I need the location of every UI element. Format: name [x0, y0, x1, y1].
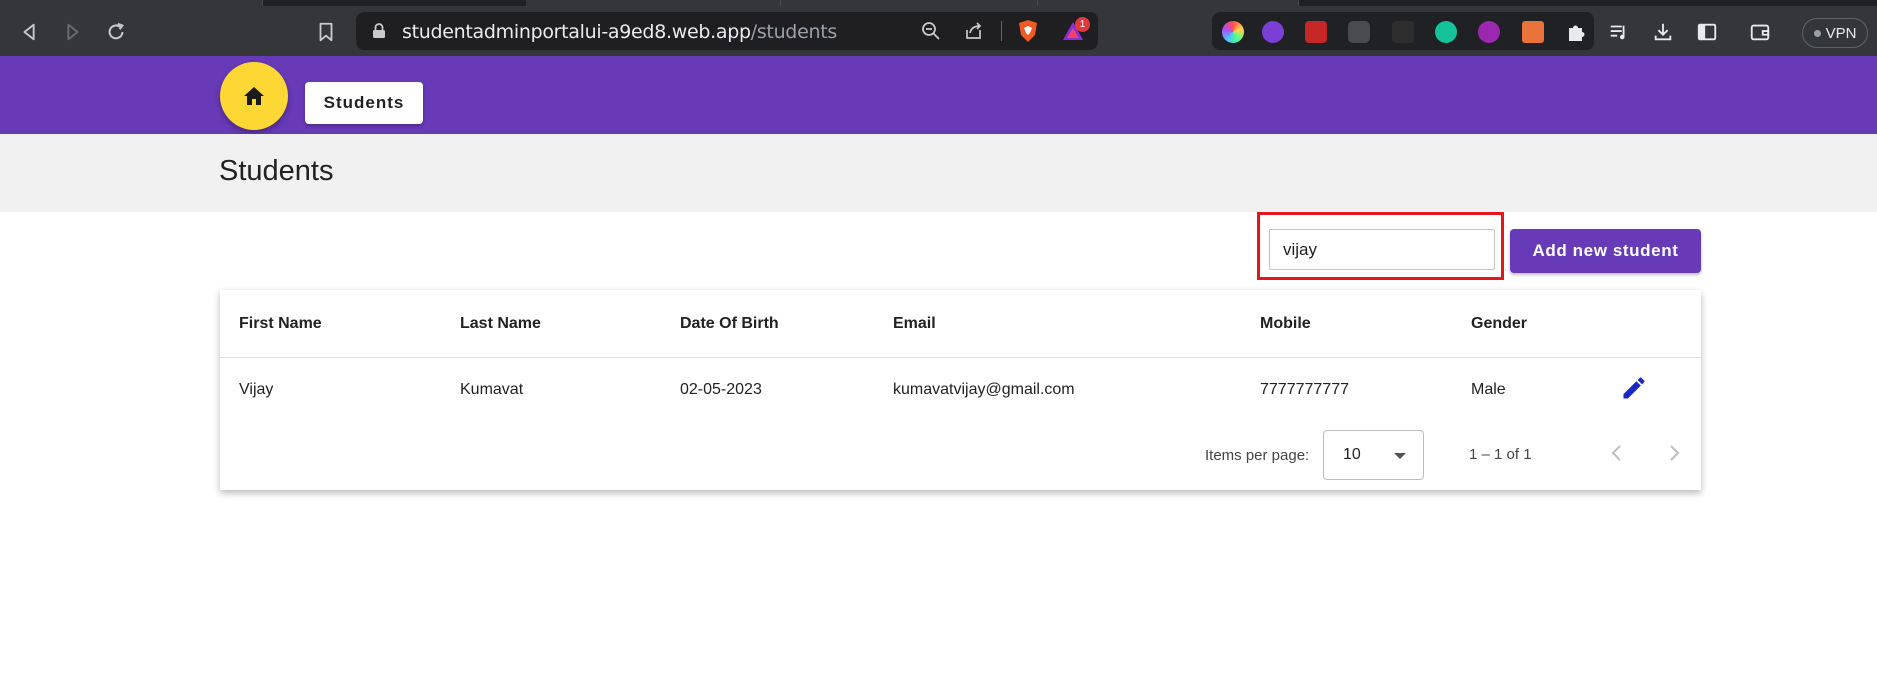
cell-last-name: Kumavat	[460, 381, 524, 398]
divider	[1001, 21, 1002, 41]
bookmark-icon[interactable]	[315, 21, 337, 43]
extensions-bar	[1212, 12, 1594, 50]
cell-gender: Male	[1471, 381, 1506, 398]
cell-dob: 02-05-2023	[680, 381, 762, 398]
color-picker-extension-icon[interactable]	[1222, 21, 1244, 43]
cell-first-name: Vijay	[239, 381, 274, 398]
cell-mobile: 7777777777	[1260, 381, 1349, 398]
row-divider	[220, 357, 1701, 358]
next-page-button[interactable]	[1659, 438, 1689, 468]
add-new-student-button[interactable]: Add new student	[1510, 229, 1701, 273]
download-icon[interactable]	[1652, 21, 1674, 43]
brave-rewards-icon[interactable]: 1	[1062, 17, 1090, 42]
sidebar-icon[interactable]	[1696, 21, 1718, 43]
vpn-button[interactable]: VPN	[1802, 18, 1868, 48]
extension-icon[interactable]	[1392, 21, 1414, 43]
url-text: studentadminportalui-a9ed8.web.app/stude…	[402, 21, 837, 43]
search-input[interactable]	[1269, 229, 1495, 270]
column-header-first-name[interactable]: First Name	[239, 315, 322, 333]
puzzle-extensions-icon[interactable]	[1565, 21, 1587, 43]
home-button[interactable]	[220, 62, 288, 130]
lock-icon	[373, 23, 385, 38]
extension-icon[interactable]	[1522, 21, 1544, 43]
column-header-last-name[interactable]: Last Name	[460, 315, 541, 333]
dropdown-arrow-icon	[1394, 453, 1406, 459]
previous-page-button[interactable]	[1602, 438, 1632, 468]
chevron-left-icon	[1611, 445, 1621, 461]
items-per-page-value: 10	[1343, 446, 1361, 463]
url-host: studentadminportalui-a9ed8.web.app	[402, 21, 751, 43]
grammarly-icon[interactable]	[1435, 21, 1457, 43]
items-per-page-select[interactable]: 10	[1323, 430, 1424, 480]
cell-email: kumavatvijay@gmail.com	[893, 381, 1075, 398]
extension-icon[interactable]	[1478, 21, 1500, 43]
address-bar[interactable]: studentadminportalui-a9ed8.web.app/stude…	[356, 12, 1098, 50]
forward-icon[interactable]	[61, 21, 83, 43]
students-nav-button[interactable]: Students	[305, 82, 423, 124]
notification-badge: 1	[1075, 17, 1090, 32]
vpn-status-dot	[1813, 29, 1821, 37]
brave-shield-icon[interactable]	[1017, 19, 1039, 43]
url-path: /students	[750, 21, 838, 43]
browser-toolbar: studentadminportalui-a9ed8.web.app/stude…	[0, 6, 1877, 56]
home-icon	[244, 87, 264, 105]
zoom-out-icon[interactable]	[921, 21, 941, 41]
column-header-email[interactable]: Email	[893, 315, 936, 333]
extension-icon[interactable]	[1348, 21, 1370, 43]
back-icon[interactable]	[19, 21, 41, 43]
extension-icon[interactable]	[1262, 21, 1284, 43]
edit-icon[interactable]	[1620, 374, 1648, 402]
reload-icon[interactable]	[105, 21, 127, 43]
students-table: First Name Last Name Date Of Birth Email…	[220, 290, 1701, 490]
playlist-icon[interactable]	[1608, 21, 1630, 43]
chevron-right-icon	[1670, 445, 1680, 461]
page-title: Students	[219, 155, 334, 187]
extension-icon[interactable]	[1305, 21, 1327, 43]
items-per-page-label: Items per page:	[1205, 447, 1310, 464]
paginator-range-label: 1 – 1 of 1	[1469, 446, 1532, 463]
wallet-icon[interactable]	[1749, 21, 1771, 43]
column-header-mobile[interactable]: Mobile	[1260, 315, 1311, 333]
vpn-label: VPN	[1825, 24, 1857, 42]
column-header-dob[interactable]: Date Of Birth	[680, 315, 779, 333]
column-header-gender[interactable]: Gender	[1471, 315, 1527, 333]
share-icon[interactable]	[964, 21, 984, 41]
